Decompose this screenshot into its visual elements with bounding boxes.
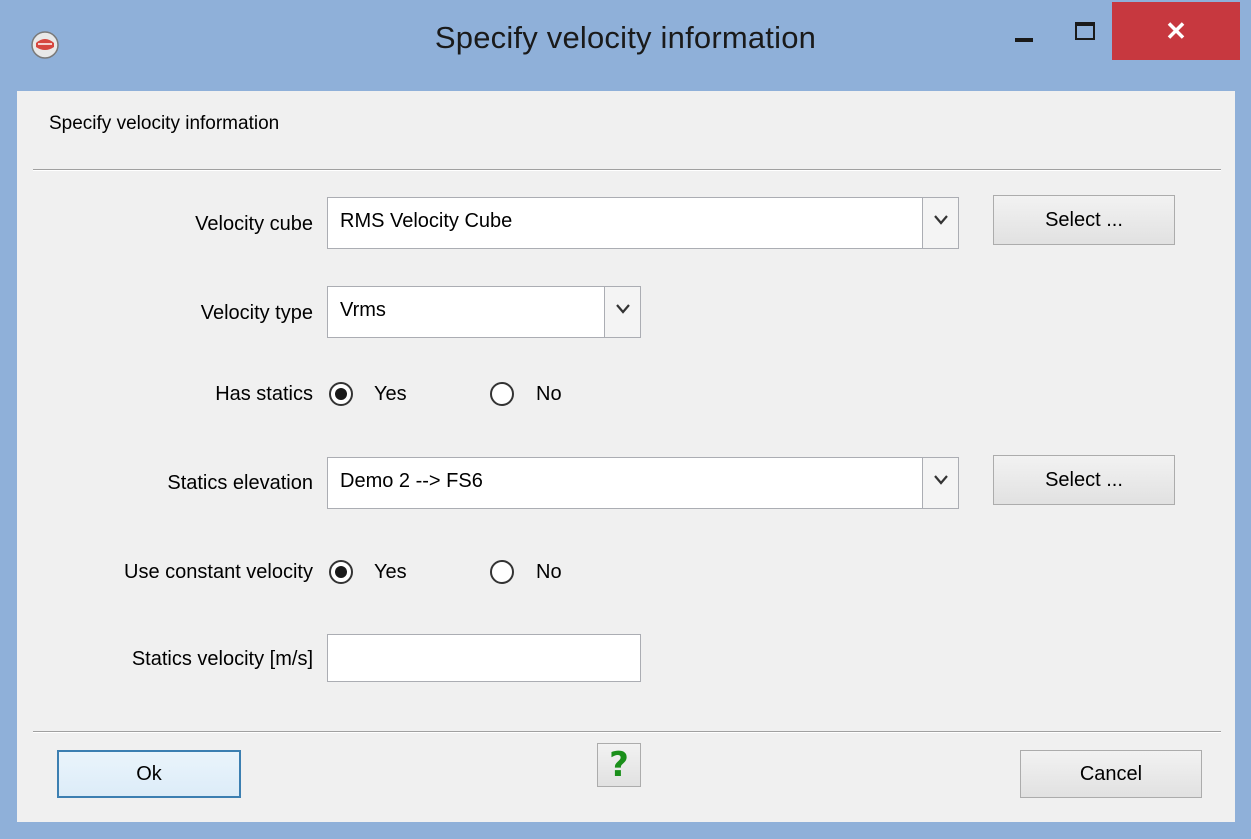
dialog-window: Specify velocity information ✕ Specify v… <box>0 0 1251 839</box>
help-icon: ? <box>609 745 629 785</box>
cancel-button[interactable]: Cancel <box>1020 750 1202 798</box>
select-button-label: Select ... <box>1045 208 1123 231</box>
maximize-button[interactable] <box>1060 16 1108 52</box>
ok-button-label: Ok <box>136 762 162 785</box>
close-button[interactable]: ✕ <box>1112 2 1240 60</box>
dialog-body: Specify velocity information Velocity cu… <box>17 91 1235 822</box>
use-constant-velocity-label: Use constant velocity <box>124 561 313 583</box>
has-statics-yes-radio[interactable] <box>329 382 353 406</box>
velocity-cube-label: Velocity cube <box>195 213 313 235</box>
use-constant-velocity-yes-radio[interactable] <box>329 560 353 584</box>
use-constant-velocity-yes-label[interactable]: Yes <box>374 561 407 584</box>
has-statics-no-radio[interactable] <box>490 382 514 406</box>
dialog-header: Specify velocity information <box>49 113 280 134</box>
title-bar[interactable]: Specify velocity information ✕ <box>0 0 1251 90</box>
statics-elevation-label: Statics elevation <box>167 472 313 494</box>
statics-elevation-dropdown[interactable]: Demo 2 --> FS6 <box>327 457 959 509</box>
statics-elevation-value: Demo 2 --> FS6 <box>340 470 483 492</box>
help-button[interactable]: ? <box>597 743 641 787</box>
velocity-type-dropdown[interactable]: Vrms <box>327 286 641 338</box>
cancel-button-label: Cancel <box>1079 762 1143 785</box>
velocity-cube-dropdown[interactable]: RMS Velocity Cube <box>327 197 959 249</box>
velocity-type-label: Velocity type <box>200 302 313 324</box>
statics-velocity-label: Statics velocity [m/s] <box>131 648 313 670</box>
close-icon: ✕ <box>1165 15 1187 46</box>
chevron-down-icon[interactable] <box>604 287 640 337</box>
has-statics-label: Has statics <box>215 383 313 405</box>
use-constant-velocity-no-radio[interactable] <box>490 560 514 584</box>
footer-separator <box>33 731 1221 733</box>
ok-button[interactable]: Ok <box>57 750 241 798</box>
minimize-button[interactable] <box>1003 16 1043 52</box>
header-separator <box>33 169 1221 171</box>
chevron-down-icon[interactable] <box>922 198 958 248</box>
velocity-cube-select-button[interactable]: Select ... <box>993 195 1175 245</box>
has-statics-no-label[interactable]: No <box>536 383 562 406</box>
use-constant-velocity-no-label[interactable]: No <box>536 561 562 584</box>
has-statics-yes-label[interactable]: Yes <box>374 383 407 406</box>
select-button-label: Select ... <box>1045 468 1123 491</box>
statics-elevation-select-button[interactable]: Select ... <box>993 455 1175 505</box>
statics-velocity-input[interactable] <box>327 634 641 682</box>
chevron-down-icon[interactable] <box>922 458 958 508</box>
velocity-type-value: Vrms <box>340 299 386 321</box>
velocity-cube-value: RMS Velocity Cube <box>340 210 513 232</box>
